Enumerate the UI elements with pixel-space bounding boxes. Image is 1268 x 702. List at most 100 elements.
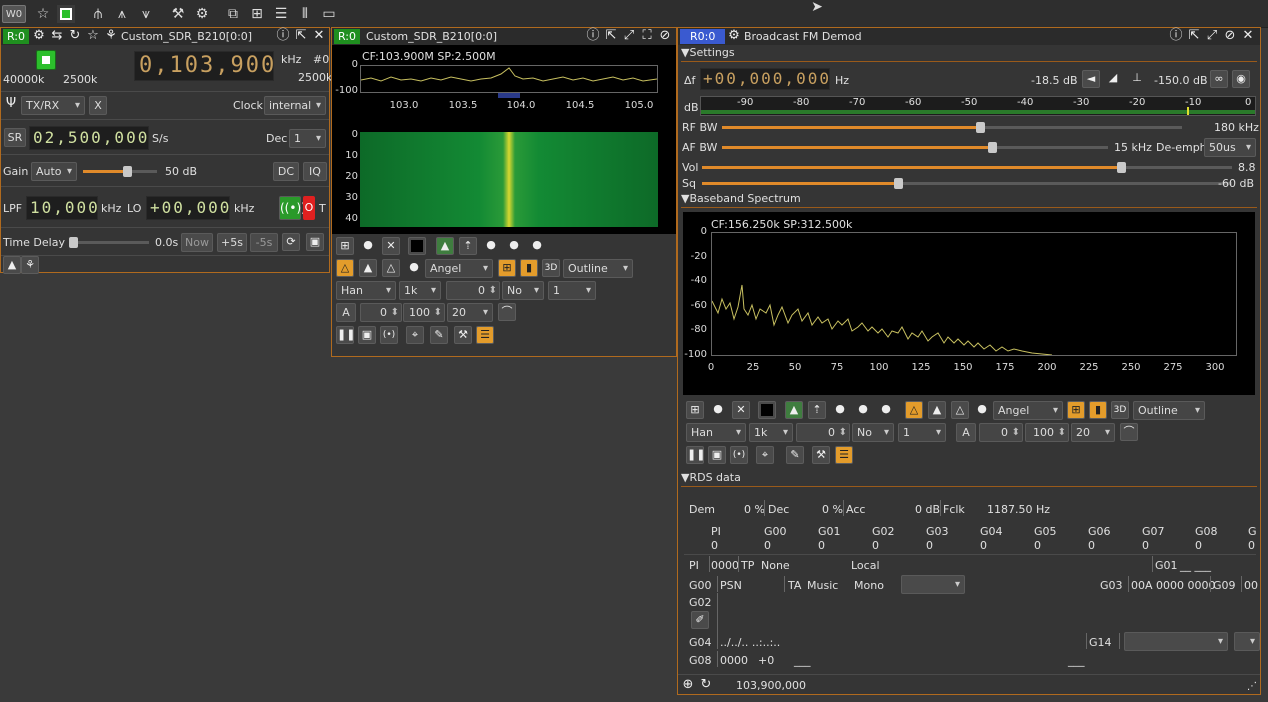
gear-icon[interactable]: ⚙ xyxy=(31,28,47,44)
df-value[interactable]: +00,000,000 xyxy=(700,68,830,90)
grid-toggle-icon[interactable]: ⊞ xyxy=(498,259,516,277)
bar-icon[interactable]: ▮ xyxy=(1089,401,1107,419)
afbw-slider[interactable] xyxy=(722,142,1108,153)
stop-icon[interactable] xyxy=(57,5,75,23)
triangle-icon[interactable]: △ xyxy=(951,401,969,419)
lo-value[interactable]: +00,000 xyxy=(146,196,230,220)
tx-antenna-icon[interactable]: ⩛ xyxy=(136,5,156,23)
bb-range-spinner[interactable]: 100 xyxy=(1025,423,1069,442)
window-icon[interactable]: ⧉ xyxy=(224,5,242,23)
ramp-icon[interactable]: ◢ xyxy=(1104,70,1122,88)
cross-icon[interactable]: ✕ xyxy=(382,237,400,255)
3d-icon[interactable]: 3D xyxy=(542,259,560,277)
menu-icon[interactable]: ☰ xyxy=(476,326,494,344)
volume-icon[interactable]: ◉ xyxy=(1232,70,1250,88)
sample-rate[interactable]: 02,500,000 xyxy=(29,126,149,150)
bar-icon[interactable]: ▮ xyxy=(520,259,538,277)
menu-icon[interactable]: ☰ xyxy=(835,446,853,464)
rx-antenna-icon[interactable]: ⩚ xyxy=(112,5,132,23)
hide-icon[interactable]: ⊘ xyxy=(657,28,673,44)
transmit-button[interactable]: ((•)) xyxy=(279,196,306,220)
reload-icon[interactable]: ↻ xyxy=(67,28,83,44)
settings-tools-icon[interactable]: ⚙ xyxy=(192,5,212,23)
pty-select[interactable] xyxy=(901,575,965,594)
antenna-icon[interactable]: ⇡ xyxy=(808,401,826,419)
triangle-outline-icon[interactable]: △ xyxy=(905,401,923,419)
broadcast-icon[interactable]: (•) xyxy=(380,326,398,344)
deemph-select[interactable]: 50us xyxy=(1204,138,1256,157)
popout-icon[interactable]: ⇱ xyxy=(293,28,309,44)
dc-button[interactable]: DC xyxy=(273,162,299,181)
g14-select[interactable] xyxy=(1124,632,1228,651)
bb-a-button[interactable]: A xyxy=(956,423,976,442)
g14-extra-select[interactable] xyxy=(1234,632,1260,651)
maximize-icon[interactable]: ⤢ xyxy=(621,28,637,44)
afbw-knob[interactable] xyxy=(988,142,997,153)
help-icon[interactable]: ⓘ xyxy=(1168,28,1184,44)
swap-icon[interactable]: ⇆ xyxy=(49,28,65,44)
bb-outline-select[interactable]: Outline xyxy=(1133,401,1205,420)
triangle-icon[interactable]: △ xyxy=(382,259,400,277)
triangle-filled-icon[interactable]: ▲ xyxy=(928,401,946,419)
zero-spinner[interactable]: 0 xyxy=(446,281,500,300)
minus5-button[interactable]: -5s xyxy=(250,233,278,252)
waterfall-display[interactable] xyxy=(360,132,658,227)
settings-section[interactable]: ▼Settings xyxy=(681,46,1257,62)
ruler-icon[interactable]: ✎ xyxy=(786,446,804,464)
cross-icon[interactable]: ✕ xyxy=(732,401,750,419)
grid-icon[interactable]: ⊞ xyxy=(336,237,354,255)
black-square-icon[interactable] xyxy=(758,401,776,419)
bb-fft-select[interactable]: 1k xyxy=(749,423,793,442)
demod-range-marker[interactable] xyxy=(498,93,520,98)
plus5-button[interactable]: +5s xyxy=(217,233,247,252)
knob-icon[interactable]: ● xyxy=(877,401,895,419)
gain-mode-select[interactable]: Auto xyxy=(31,162,77,181)
time-delay-knob[interactable] xyxy=(69,237,78,248)
squelch-icon[interactable]: ⊥ xyxy=(1128,70,1146,88)
o-button[interactable]: O xyxy=(303,196,315,220)
knob-icon[interactable]: ● xyxy=(973,401,991,419)
triangle-outline-icon[interactable]: △ xyxy=(336,259,354,277)
rows-icon[interactable]: ☰ xyxy=(272,5,290,23)
range-spinner[interactable]: 100 xyxy=(403,303,445,322)
fullscreen-icon[interactable]: ⛶ xyxy=(639,28,655,44)
peak-icon[interactable]: ▲ xyxy=(785,401,803,419)
bb-ref-spinner[interactable]: 0 xyxy=(979,423,1023,442)
columns-icon[interactable]: ⫴ xyxy=(296,5,314,23)
bb-zero-spinner[interactable]: 0 xyxy=(796,423,850,442)
knob-icon[interactable]: ● xyxy=(405,259,423,277)
tree-icon[interactable]: ⚘ xyxy=(103,28,119,44)
grid-icon[interactable]: ⊞ xyxy=(686,401,704,419)
crosshair-icon[interactable]: ⌖ xyxy=(406,326,424,344)
knob-icon[interactable]: ● xyxy=(505,237,523,255)
speaker-icon[interactable]: ◄ xyxy=(1082,70,1100,88)
curve-icon[interactable]: ⌒ xyxy=(498,303,516,321)
grid-icon[interactable]: ⊞ xyxy=(248,5,266,23)
cycle-icon[interactable]: ↻ xyxy=(698,677,714,693)
grid-toggle-icon[interactable]: ⊞ xyxy=(1067,401,1085,419)
antenna-select[interactable]: TX/RX xyxy=(21,96,85,115)
markers-icon[interactable]: ⚒ xyxy=(454,326,472,344)
clear-brush-icon[interactable]: ✐ xyxy=(691,611,709,629)
clock-select[interactable]: internal xyxy=(264,96,326,115)
vol-knob[interactable] xyxy=(1117,162,1126,173)
fft-select[interactable]: 1k xyxy=(399,281,441,300)
lpf-value[interactable]: 10,000 xyxy=(26,196,98,220)
outline-select[interactable]: Outline xyxy=(563,259,633,278)
single-window-icon[interactable]: ▭ xyxy=(320,5,338,23)
baseband-display[interactable]: CF:156.250k SP:312.500k 0 -20 -40 -60 -8… xyxy=(683,212,1255,395)
sr-button[interactable]: SR xyxy=(4,128,26,147)
ref-spinner[interactable]: 0 xyxy=(360,303,402,322)
vol-slider[interactable] xyxy=(702,162,1232,173)
close-icon[interactable]: ✕ xyxy=(1240,28,1256,44)
dec-select[interactable]: 1 xyxy=(289,129,326,148)
save-icon[interactable]: ▣ xyxy=(306,233,324,251)
baseband-section[interactable]: ▼Baseband Spectrum xyxy=(681,192,1257,208)
popout-icon[interactable]: ⇱ xyxy=(1186,28,1202,44)
curve-icon[interactable]: ⌒ xyxy=(1120,423,1138,441)
x-button[interactable]: X xyxy=(89,96,107,115)
triangle-filled-icon[interactable]: ▲ xyxy=(359,259,377,277)
rfbw-knob[interactable] xyxy=(976,122,985,133)
knob-icon[interactable]: ● xyxy=(482,237,500,255)
tree-icon[interactable]: ⚘ xyxy=(21,256,39,274)
